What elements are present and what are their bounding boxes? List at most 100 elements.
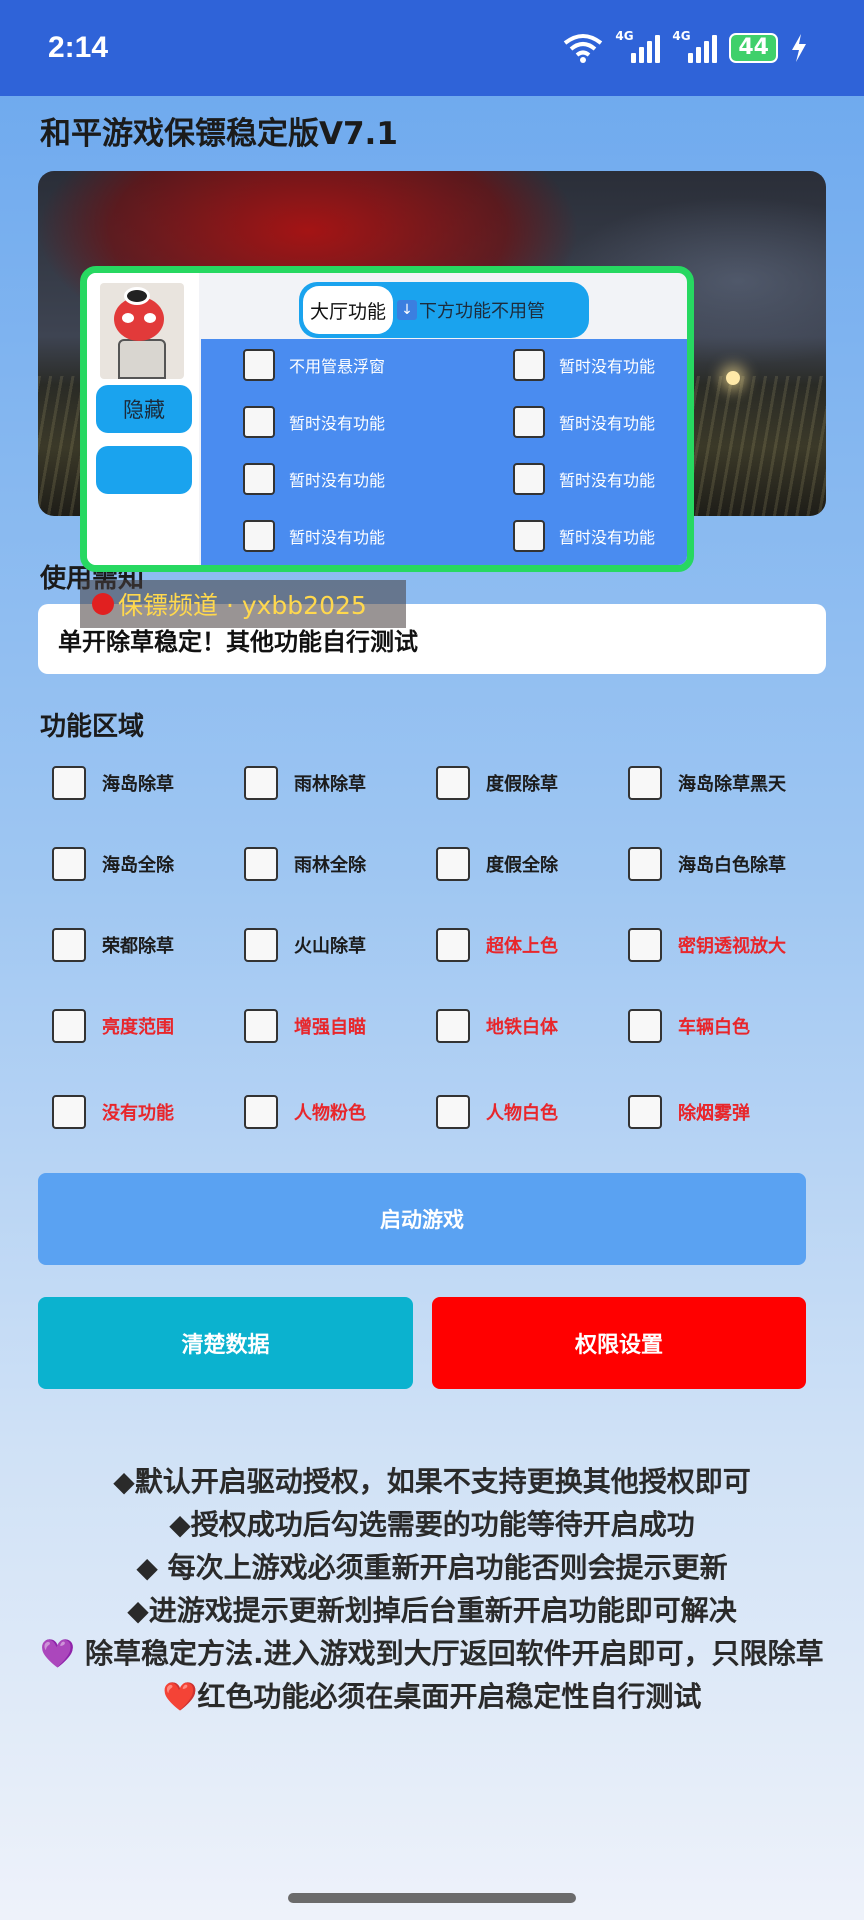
floating-option[interactable]: 暂时没有功能 — [243, 463, 385, 495]
floating-option-label: 暂时没有功能 — [289, 414, 386, 433]
floating-option[interactable]: 暂时没有功能 — [243, 520, 385, 552]
checkbox[interactable] — [243, 406, 275, 438]
instruction-line: 💜 除草稳定方法.进入游戏到大厅返回软件开启即可，只限除草 — [40, 1637, 824, 1670]
permission-settings-button[interactable]: 权限设置 — [432, 1297, 806, 1389]
feature-label: 雨林全除 — [294, 855, 366, 876]
floating-option[interactable]: 暂时没有功能 — [513, 349, 655, 381]
checkbox[interactable] — [52, 766, 86, 800]
avatar-body — [118, 339, 166, 379]
start-game-button[interactable]: 启动游戏 — [38, 1173, 806, 1265]
red-dot-icon — [92, 593, 114, 615]
feature-option[interactable]: 车辆白色 — [628, 1009, 750, 1043]
checkbox[interactable] — [513, 406, 545, 438]
avatar — [100, 283, 184, 379]
blank-button[interactable] — [96, 446, 192, 494]
floating-option-label: 暂时没有功能 — [559, 528, 656, 547]
checkbox[interactable] — [628, 1009, 662, 1043]
checkbox[interactable] — [244, 847, 278, 881]
feature-label: 度假除草 — [486, 774, 558, 795]
checkbox[interactable] — [52, 1095, 86, 1129]
checkbox[interactable] — [436, 1095, 470, 1129]
checkbox[interactable] — [513, 520, 545, 552]
checkbox[interactable] — [513, 349, 545, 381]
checkbox[interactable] — [52, 928, 86, 962]
watermark-text: 保镖频道 · yxbb2025 — [118, 591, 367, 620]
feature-option[interactable]: 火山除草 — [244, 928, 366, 962]
feature-option[interactable]: 地铁白体 — [436, 1009, 558, 1043]
floating-option-label: 暂时没有功能 — [559, 357, 656, 376]
floating-option[interactable]: 暂时没有功能 — [513, 520, 655, 552]
home-indicator[interactable] — [288, 1893, 576, 1903]
checkbox[interactable] — [52, 1009, 86, 1043]
checkbox[interactable] — [244, 1009, 278, 1043]
floating-option[interactable]: 不用管悬浮窗 — [243, 349, 385, 381]
checkbox[interactable] — [628, 928, 662, 962]
feature-option[interactable]: 人物粉色 — [244, 1095, 366, 1129]
checkbox[interactable] — [244, 766, 278, 800]
feature-option[interactable]: 雨林除草 — [244, 766, 366, 800]
feature-option[interactable]: 海岛全除 — [52, 847, 174, 881]
feature-option[interactable]: 海岛除草黑天 — [628, 766, 786, 800]
floating-panel: 不用管悬浮窗 暂时没有功能 暂时没有功能 暂时没有功能 暂时没有功能 暂时没有功… — [201, 339, 687, 565]
checkbox[interactable] — [244, 928, 278, 962]
checkbox[interactable] — [436, 928, 470, 962]
feature-label: 度假全除 — [486, 855, 558, 876]
feature-option[interactable]: 没有功能 — [52, 1095, 174, 1129]
checkbox[interactable] — [243, 349, 275, 381]
feature-option[interactable]: 除烟雾弹 — [628, 1095, 750, 1129]
feature-option[interactable]: 海岛除草 — [52, 766, 174, 800]
floating-option-label: 不用管悬浮窗 — [289, 357, 386, 376]
feature-option[interactable]: 度假除草 — [436, 766, 558, 800]
feature-option[interactable]: 亮度范围 — [52, 1009, 174, 1043]
feature-option[interactable]: 密钥透视放大 — [628, 928, 786, 962]
charging-icon — [792, 34, 806, 62]
checkbox[interactable] — [244, 1095, 278, 1129]
feature-option[interactable]: 海岛白色除草 — [628, 847, 786, 881]
clear-data-button[interactable]: 清楚数据 — [38, 1297, 413, 1389]
avatar-eye — [144, 313, 156, 323]
feature-label: 车辆白色 — [678, 1017, 750, 1038]
feature-label: 地铁白体 — [486, 1017, 558, 1038]
feature-label: 荣都除草 — [102, 936, 174, 957]
avatar-hat — [124, 287, 150, 305]
checkbox[interactable] — [513, 463, 545, 495]
feature-option[interactable]: 增强自瞄 — [244, 1009, 366, 1043]
floating-option[interactable]: 暂时没有功能 — [513, 463, 655, 495]
feature-option[interactable]: 荣都除草 — [52, 928, 174, 962]
feature-label: 海岛除草黑天 — [678, 774, 786, 795]
floating-option-label: 暂时没有功能 — [289, 528, 386, 547]
signal-label: 4G — [615, 29, 634, 43]
feature-label: 超体上色 — [486, 936, 558, 957]
floating-option[interactable]: 暂时没有功能 — [243, 406, 385, 438]
checkbox[interactable] — [436, 1009, 470, 1043]
feature-option[interactable]: 雨林全除 — [244, 847, 366, 881]
wifi-icon — [564, 34, 603, 63]
floating-tab-bar: 大厅功能 ↓ 下方功能不用管 — [299, 282, 589, 338]
floating-option[interactable]: 暂时没有功能 — [513, 406, 655, 438]
feature-option[interactable]: 度假全除 — [436, 847, 558, 881]
tab-below[interactable]: ↓ 下方功能不用管 — [397, 286, 545, 334]
instruction-line: ❤️红色功能必须在桌面开启稳定性自行测试 — [162, 1680, 702, 1713]
checkbox[interactable] — [628, 1095, 662, 1129]
feature-label: 人物白色 — [486, 1103, 558, 1124]
signal-icon: 4G — [672, 29, 718, 63]
checkbox[interactable] — [243, 520, 275, 552]
feature-area-label: 功能区域 — [40, 712, 145, 742]
checkbox[interactable] — [436, 766, 470, 800]
floating-window[interactable]: 隐藏 大厅功能 ↓ 下方功能不用管 不用管悬浮窗 暂时没有功能 暂时没有功能 暂… — [80, 266, 694, 572]
checkbox[interactable] — [628, 847, 662, 881]
checkbox[interactable] — [436, 847, 470, 881]
checkbox[interactable] — [628, 766, 662, 800]
floating-option-label: 暂时没有功能 — [289, 471, 386, 490]
feature-option[interactable]: 人物白色 — [436, 1095, 558, 1129]
tab-lobby[interactable]: 大厅功能 — [303, 286, 393, 334]
feature-option[interactable]: 超体上色 — [436, 928, 558, 962]
checkbox[interactable] — [243, 463, 275, 495]
instruction-line: ◆ 每次上游戏必须重新开启功能否则会提示更新 — [136, 1551, 728, 1584]
checkbox[interactable] — [52, 847, 86, 881]
status-time: 2:14 — [48, 31, 109, 64]
arrow-down-icon: ↓ — [397, 300, 417, 320]
instructions: ◆默认开启驱动授权，如果不支持更换其他授权即可 ◆授权成功后勾选需要的功能等待开… — [30, 1460, 834, 1718]
feature-label: 除烟雾弹 — [678, 1103, 750, 1124]
hide-button[interactable]: 隐藏 — [96, 385, 192, 433]
